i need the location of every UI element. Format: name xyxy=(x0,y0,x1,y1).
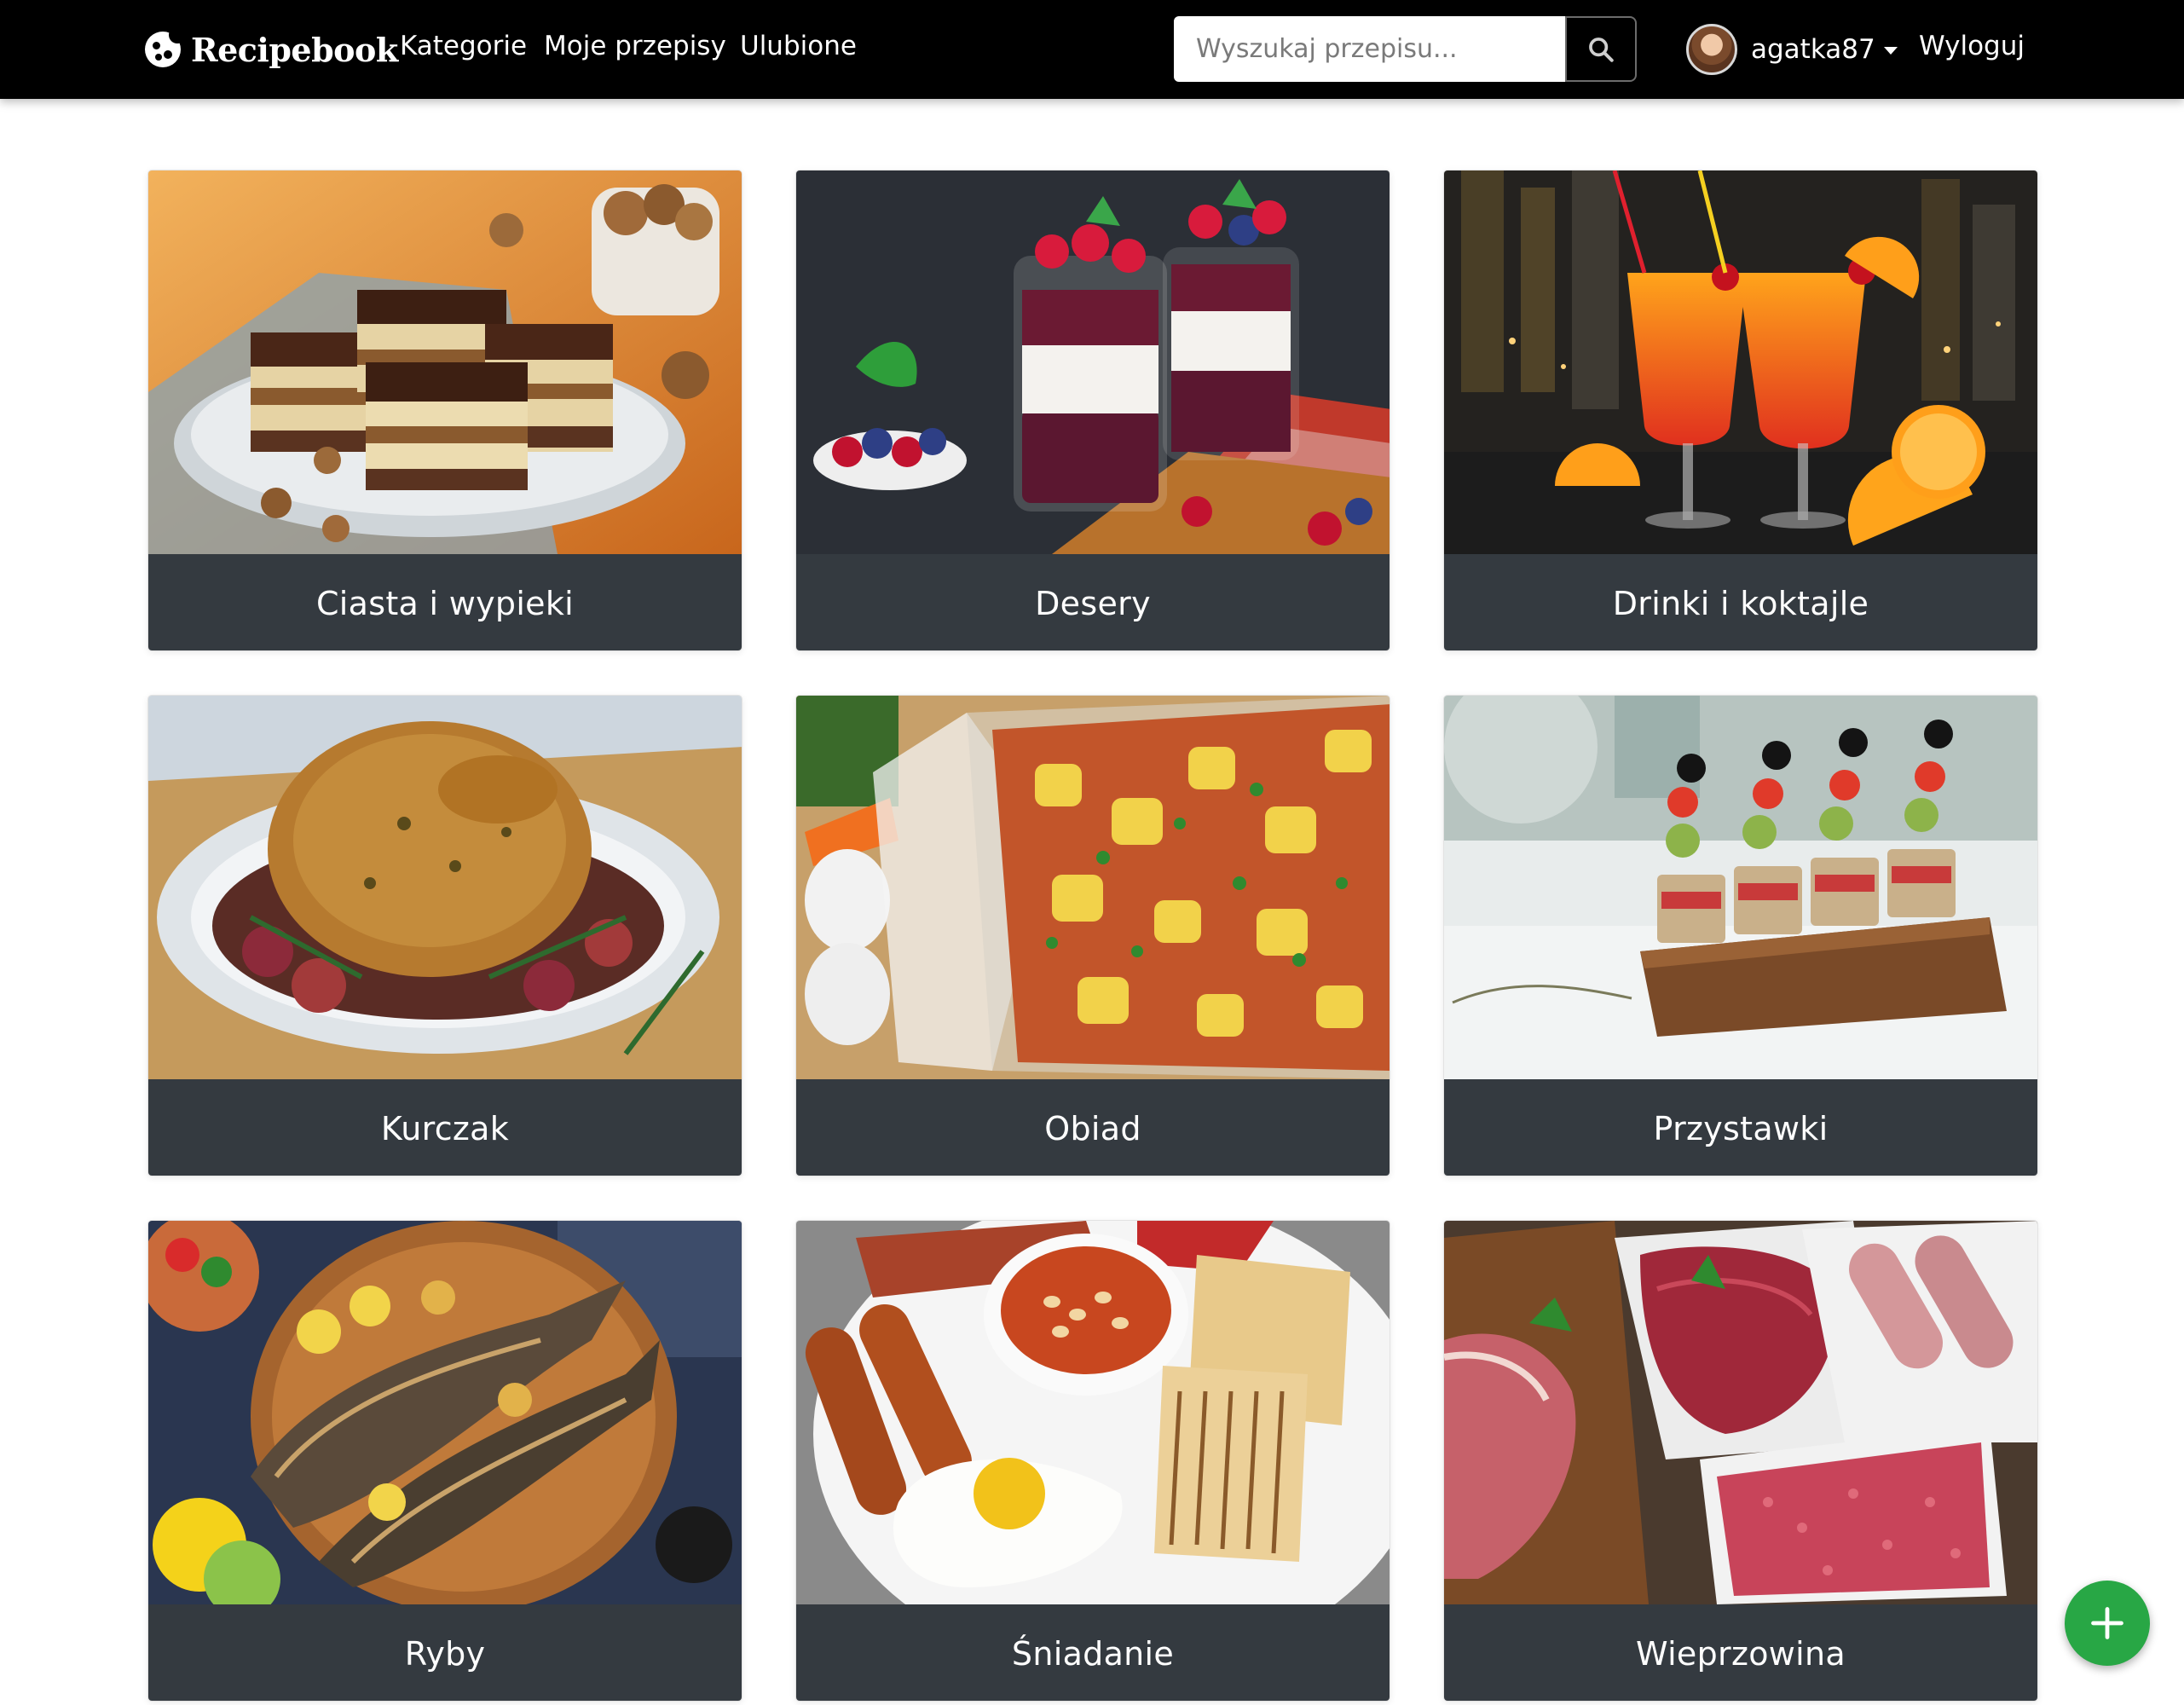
category-card-sniadanie[interactable]: Śniadanie xyxy=(795,1220,1390,1702)
category-label: Desery xyxy=(1035,584,1151,622)
category-card-przystawki[interactable]: Przystawki xyxy=(1443,695,2038,1176)
logout-link[interactable]: Wyloguj xyxy=(1919,31,2025,61)
category-label: Śniadanie xyxy=(1011,1634,1175,1673)
category-card-wieprzowina[interactable]: Wieprzowina xyxy=(1443,1220,2038,1702)
category-card-ciasta[interactable]: Ciasta i wypieki xyxy=(147,170,742,651)
navbar: Recipebook Kategorie Moje przepisy Ulubi… xyxy=(0,0,2184,99)
category-image-appetizers xyxy=(1444,696,2037,1079)
category-image-pork xyxy=(1444,1221,2037,1604)
nav-link-kategorie[interactable]: Kategorie xyxy=(400,31,527,61)
category-label: Kurczak xyxy=(380,1109,510,1147)
category-footer: Śniadanie xyxy=(796,1604,1390,1701)
nav-link-ulubione[interactable]: Ulubione xyxy=(740,31,857,61)
category-label: Przystawki xyxy=(1653,1109,1829,1147)
username: agatka87 xyxy=(1751,34,1875,65)
category-footer: Ciasta i wypieki xyxy=(148,554,742,650)
category-image-fish xyxy=(148,1221,742,1604)
category-footer: Kurczak xyxy=(148,1079,742,1176)
plus-icon xyxy=(2091,1607,2123,1639)
category-label: Ciasta i wypieki xyxy=(315,584,575,622)
add-recipe-button[interactable] xyxy=(2065,1581,2150,1666)
nav-link-moje-przepisy[interactable]: Moje przepisy xyxy=(544,31,726,61)
category-footer: Ryby xyxy=(148,1604,742,1701)
category-card-ryby[interactable]: Ryby xyxy=(147,1220,742,1702)
brand-name: Recipebook xyxy=(191,30,398,69)
category-footer: Drinki i koktajle xyxy=(1444,554,2037,650)
category-image-dessert xyxy=(796,170,1390,554)
category-card-drinki[interactable]: Drinki i koktajle xyxy=(1443,170,2038,651)
category-card-desery[interactable]: Desery xyxy=(795,170,1390,651)
search-button[interactable] xyxy=(1565,16,1637,82)
category-image-drinks xyxy=(1444,170,2037,554)
category-card-obiad[interactable]: Obiad xyxy=(795,695,1390,1176)
category-footer: Przystawki xyxy=(1444,1079,2037,1176)
category-footer: Desery xyxy=(796,554,1390,650)
search-icon xyxy=(1589,37,1614,62)
cookie-icon xyxy=(145,26,186,67)
category-image-breakfast xyxy=(796,1221,1390,1604)
category-image-chicken xyxy=(148,696,742,1079)
caret-down-icon xyxy=(1883,46,1898,55)
category-label: Wieprzowina xyxy=(1636,1634,1846,1673)
category-label: Ryby xyxy=(404,1634,486,1673)
category-label: Drinki i koktajle xyxy=(1612,584,1869,622)
category-image-cake xyxy=(148,170,742,554)
category-footer: Wieprzowina xyxy=(1444,1604,2037,1701)
category-card-kurczak[interactable]: Kurczak xyxy=(147,695,742,1176)
user-menu[interactable]: agatka87 xyxy=(1686,22,1898,77)
search-input[interactable] xyxy=(1174,16,1566,82)
avatar xyxy=(1686,24,1737,75)
brand-link[interactable]: Recipebook xyxy=(145,26,398,73)
category-image-dinner xyxy=(796,696,1390,1079)
category-footer: Obiad xyxy=(796,1079,1390,1176)
category-label: Obiad xyxy=(1044,1109,1141,1147)
